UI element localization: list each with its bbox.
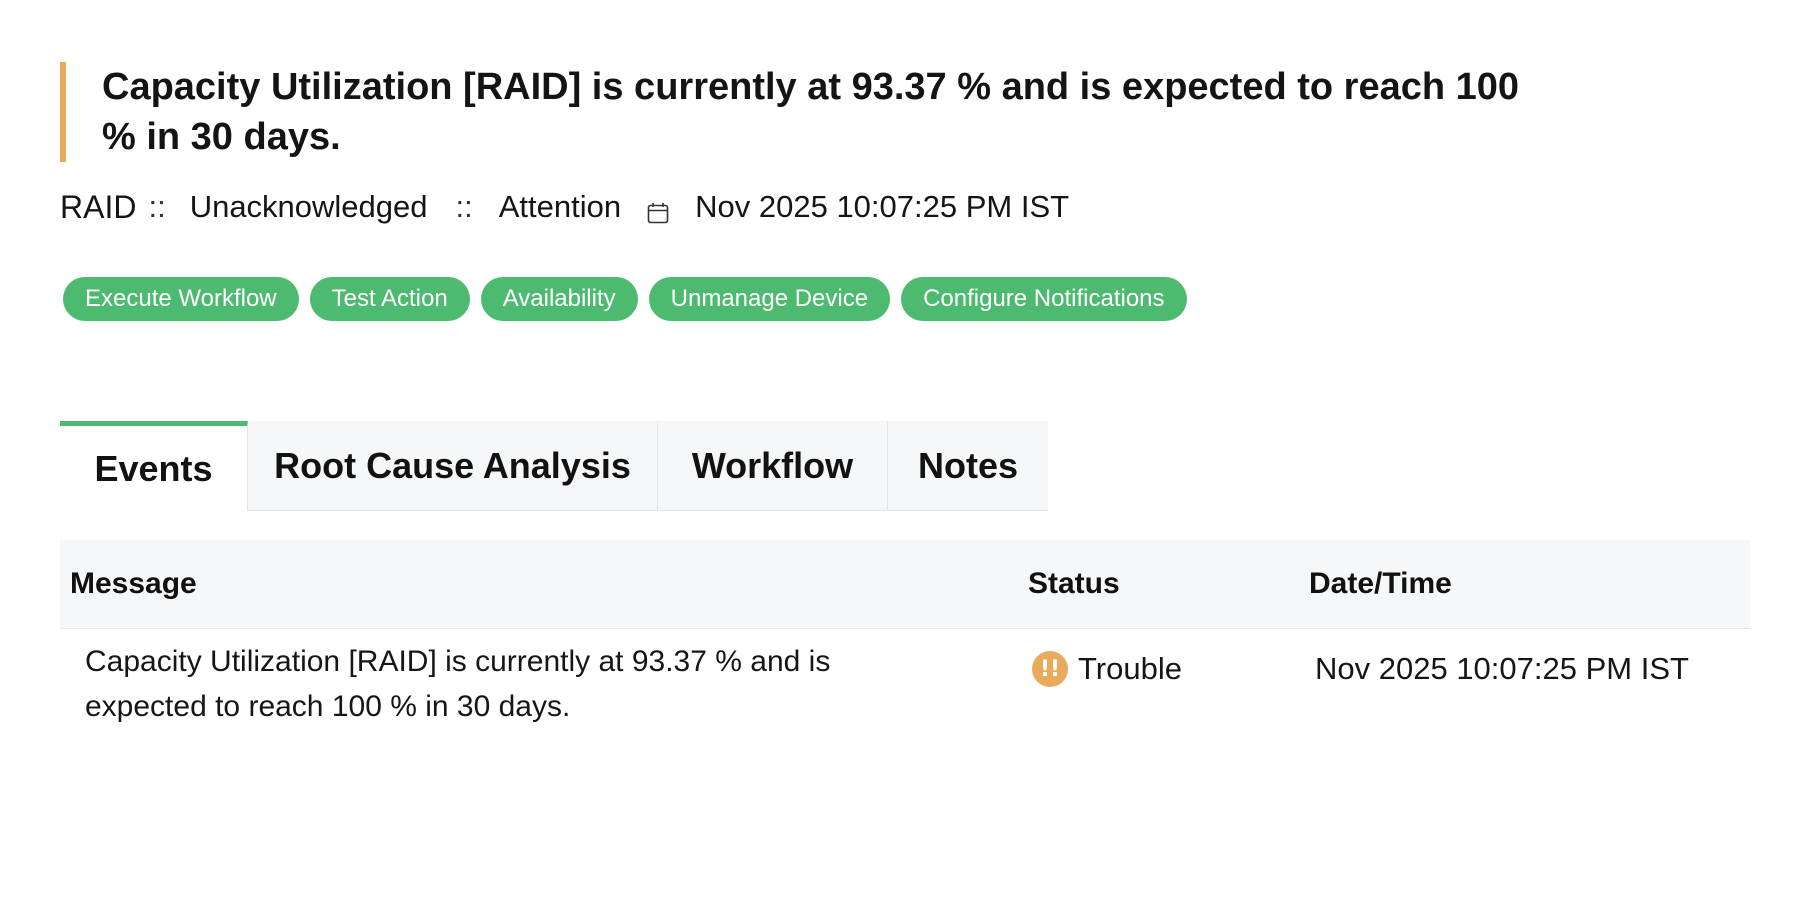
trouble-icon: !! [1032, 651, 1068, 687]
severity-label: Attention [498, 189, 622, 224]
execute-workflow-button[interactable]: Execute Workflow [63, 277, 299, 321]
alert-headline: Capacity Utilization [RAID] is currently… [60, 62, 1542, 162]
configure-notifications-button[interactable]: Configure Notifications [901, 277, 1187, 321]
tab-root-cause-analysis[interactable]: Root Cause Analysis [248, 421, 658, 511]
column-header-message[interactable]: Message [70, 540, 197, 628]
tab-workflow[interactable]: Workflow [658, 421, 888, 511]
table-header: Message Status Date/Time [60, 540, 1750, 629]
alert-title: Capacity Utilization [RAID] is currently… [102, 66, 1520, 158]
ack-state: Unacknowledged [189, 189, 428, 224]
table-row[interactable]: Capacity Utilization [RAID] is currently… [60, 629, 1750, 749]
alert-timestamp: Nov 2025 10:07:25 PM IST [695, 189, 1070, 224]
calendar-icon [647, 196, 669, 224]
tab-events[interactable]: Events [60, 421, 248, 511]
event-status: !! Trouble [1032, 651, 1182, 687]
column-header-status[interactable]: Status [1028, 540, 1120, 628]
device-name: RAID [60, 188, 137, 225]
unmanage-device-button[interactable]: Unmanage Device [648, 277, 891, 321]
event-message: Capacity Utilization [RAID] is currently… [85, 645, 831, 723]
event-datetime: Nov 2025 10:07:25 PM IST [1315, 651, 1689, 686]
test-action-button[interactable]: Test Action [309, 277, 470, 321]
tab-notes[interactable]: Notes [888, 421, 1048, 511]
meta-separator: :: [148, 189, 166, 224]
event-status-label: Trouble [1078, 651, 1182, 686]
events-table: Message Status Date/Time Capacity Utiliz… [60, 540, 1750, 749]
tab-bar: Events Root Cause Analysis Workflow Note… [60, 421, 1048, 511]
availability-button[interactable]: Availability [480, 277, 638, 321]
action-bar: Execute Workflow Test Action Availabilit… [63, 277, 1187, 321]
meta-separator: :: [455, 189, 473, 224]
alert-meta: RAID :: Unacknowledged :: Attention Nov … [60, 186, 1069, 228]
column-header-datetime[interactable]: Date/Time [1309, 540, 1452, 628]
